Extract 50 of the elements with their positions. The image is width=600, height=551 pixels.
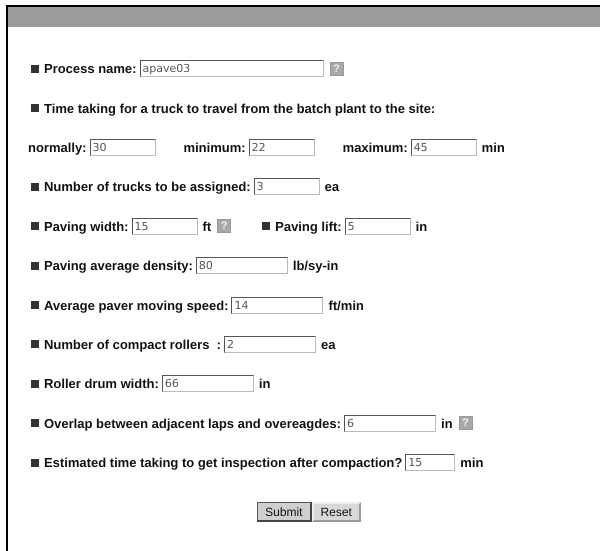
- input-field[interactable]: 15: [405, 454, 456, 472]
- bullet-icon: [31, 419, 39, 428]
- unit-label: in: [440, 416, 453, 431]
- field-label: Paving average density:: [44, 258, 193, 274]
- bullet-icon: [31, 104, 39, 112]
- reset-button[interactable]: Reset: [312, 502, 361, 522]
- bullet-icon: [31, 380, 39, 388]
- input-field[interactable]: 15: [132, 218, 198, 235]
- unit-label: min: [482, 140, 505, 155]
- unit-label: in: [258, 376, 270, 392]
- input-field[interactable]: 14: [231, 296, 324, 314]
- field-label: Time taking for a truck to travel from the batch plant to the site:: [44, 100, 436, 116]
- unit-label: lb/sy-in: [292, 258, 338, 274]
- input-field[interactable]: 2: [224, 336, 316, 353]
- input-field[interactable]: 66: [162, 375, 254, 392]
- field-label: maximum:: [342, 140, 408, 155]
- input-field[interactable]: 30: [90, 138, 156, 156]
- input-field[interactable]: 5: [344, 218, 411, 235]
- submit-button[interactable]: Submit: [257, 502, 312, 522]
- field-label: Paving width:: [44, 218, 128, 234]
- input-field[interactable]: 6: [344, 414, 436, 432]
- field-label: normally:: [28, 140, 87, 155]
- bullet-icon: [262, 222, 270, 230]
- bullet-icon: [31, 262, 39, 270]
- field-label: Number of trucks to be assigned:: [44, 179, 251, 194]
- bullet-icon: [31, 301, 39, 310]
- input-field[interactable]: 3: [254, 178, 320, 196]
- field-label: Overlap between adjacent laps and overeagdes:: [44, 416, 341, 431]
- field-label: Roller drum width:: [44, 376, 159, 392]
- field-label: Average paver moving speed:: [44, 298, 228, 313]
- bullet-icon: [31, 458, 39, 467]
- field-label: Process name:: [44, 61, 136, 76]
- unit-label: ft: [202, 218, 212, 234]
- bullet-icon: [31, 222, 39, 230]
- field-label: Estimated time taking to get inspection after compaction?: [44, 455, 402, 470]
- input-field[interactable]: 80: [196, 257, 288, 274]
- field-label: minimum:: [184, 140, 246, 155]
- bullet-icon: [31, 340, 39, 348]
- input-field[interactable]: 22: [248, 138, 315, 156]
- field-label: Paving lift:: [275, 218, 342, 234]
- field-label: Number of compact rollers :: [44, 336, 221, 352]
- unit-label: ea: [320, 336, 336, 352]
- input-field[interactable]: 45: [410, 138, 477, 156]
- unit-label: in: [416, 218, 428, 234]
- unit-label: ft/min: [328, 298, 364, 313]
- unit-label: ea: [324, 179, 340, 194]
- unit-label: min: [460, 455, 484, 470]
- bullet-icon: [31, 182, 39, 191]
- input-field[interactable]: apave03: [140, 60, 324, 78]
- bullet-icon: [31, 64, 39, 73]
